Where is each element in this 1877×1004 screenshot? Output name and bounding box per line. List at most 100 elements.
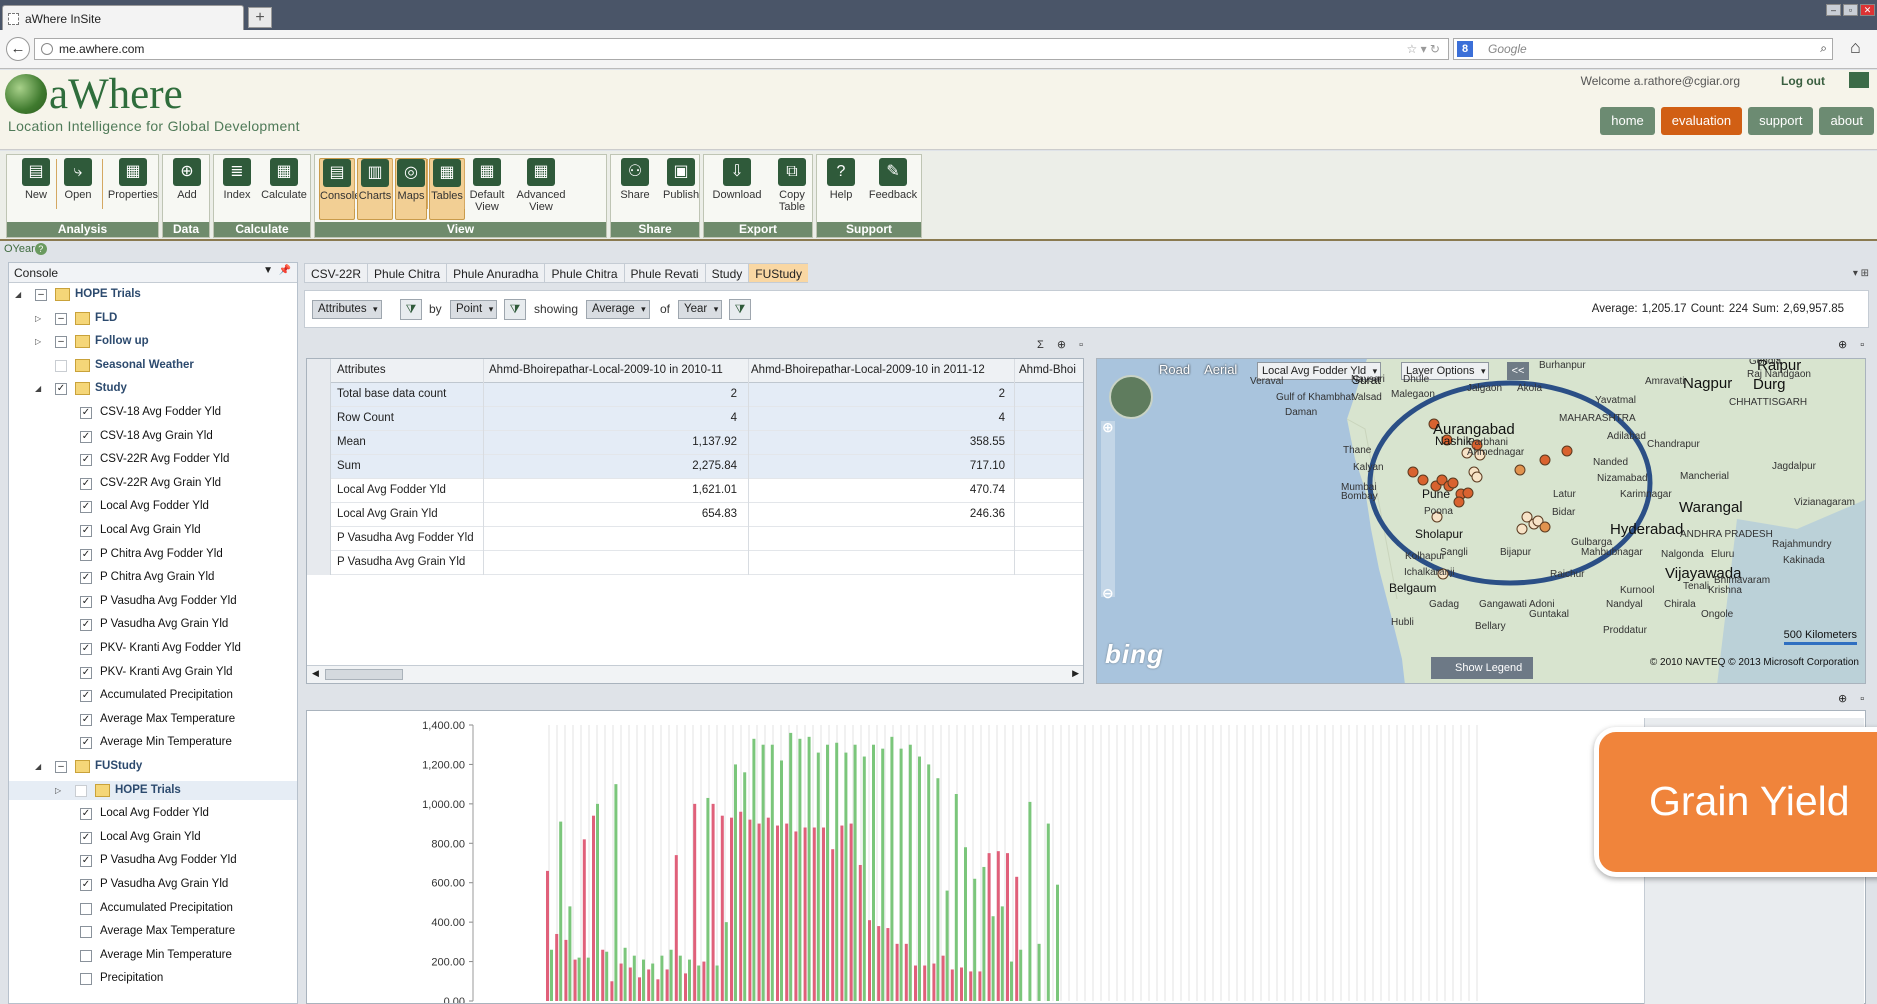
chart-bar[interactable] — [941, 955, 945, 1001]
tree-item[interactable]: ◢ – FUStudy — [9, 757, 297, 776]
tree-item[interactable]: Average Min Temperature — [9, 946, 297, 965]
chart-bar[interactable] — [555, 933, 559, 1001]
tree-item[interactable]: Precipitation — [9, 969, 297, 988]
back-button[interactable]: ← — [6, 37, 30, 61]
chart-bar[interactable] — [964, 847, 967, 1001]
chart-bar[interactable] — [904, 943, 908, 1001]
scroll-right-icon[interactable]: ▶ — [1072, 668, 1079, 679]
tree-checkbox[interactable]: ✓ — [80, 855, 92, 868]
filter-icon[interactable]: ⧩ — [729, 299, 751, 320]
map-point[interactable] — [1471, 471, 1483, 483]
url-bar[interactable]: me.awhere.com ☆ ▾ ↻ — [34, 38, 1449, 60]
chart-bar[interactable] — [1056, 884, 1059, 1001]
console-button[interactable]: ▤ Console — [319, 158, 360, 220]
row-gutter[interactable] — [307, 503, 331, 527]
map-point[interactable] — [1407, 466, 1419, 478]
tree-checkbox[interactable]: ✓ — [80, 879, 92, 891]
tree-item[interactable]: ✓ Local Avg Fodder Yld — [9, 497, 297, 516]
chart-bar[interactable] — [895, 943, 899, 1001]
tree-item[interactable]: ✓ CSV-22R Avg Fodder Yld — [9, 450, 297, 469]
logo[interactable]: aWhere — [49, 70, 183, 119]
chart-bar[interactable] — [770, 744, 774, 1001]
tree-item[interactable]: ✓ Local Avg Grain Yld — [9, 521, 297, 540]
table-header-row[interactable]: Attributes Ahmd-Bhoirepathar-Local-2009-1… — [307, 359, 1083, 383]
aerial-button[interactable]: Aerial — [1204, 362, 1237, 377]
tables-button[interactable]: ▦ Tables — [429, 158, 465, 220]
index-button[interactable]: ≣ Index — [220, 158, 254, 218]
default-view-button[interactable]: ▦ Default View — [467, 158, 507, 218]
chart-bar[interactable] — [559, 821, 563, 1001]
dropdown-arrow-icon[interactable]: ▼ — [263, 265, 273, 276]
tree-checkbox[interactable]: ✓ — [80, 713, 92, 726]
feedback-button[interactable]: ✎ Feedback — [867, 158, 919, 218]
map-view[interactable]: ⊕ ⊖ Road Aerial Local Avg Fodder Yld Lay… — [1096, 358, 1866, 684]
chart-bar[interactable] — [761, 744, 765, 1001]
map-pan-control[interactable] — [1109, 375, 1153, 419]
row-gutter[interactable] — [307, 431, 331, 455]
scroll-thumb[interactable] — [325, 669, 403, 680]
tree-item[interactable]: ▷ – FLD — [9, 309, 297, 328]
chart-bar[interactable] — [831, 849, 835, 1001]
chart-bar[interactable] — [730, 817, 733, 1001]
chart-bar[interactable] — [927, 764, 931, 1001]
tree-checkbox[interactable]: ✓ — [80, 619, 92, 632]
chart-bar[interactable] — [568, 906, 572, 1001]
chart-bar[interactable] — [853, 744, 857, 1001]
tree-item[interactable]: ✓ Local Avg Grain Yld — [9, 828, 297, 847]
table-row[interactable]: Row Count 4 4 — [307, 407, 1083, 431]
chart-bar[interactable] — [1010, 961, 1013, 1001]
row-gutter[interactable] — [307, 551, 331, 575]
chart-bar[interactable] — [890, 736, 894, 1001]
tree-item[interactable]: ✓ P Vasudha Avg Fodder Yld — [9, 592, 297, 611]
tree-item[interactable]: ▷ HOPE Trials — [9, 780, 297, 800]
row-gutter[interactable] — [307, 479, 331, 503]
chart-bar[interactable] — [844, 752, 848, 1001]
chart-bar[interactable] — [826, 744, 829, 1001]
column-header[interactable]: Ahmd-Bhoirepathar-Local-2009-10 in 2010-… — [483, 364, 745, 376]
table-row[interactable]: Sum 2,275.84 717.10 — [307, 455, 1083, 479]
tree-item[interactable]: ▷ – Follow up — [9, 332, 297, 351]
nav-about-button[interactable]: about — [1819, 107, 1874, 135]
tree-checkbox[interactable]: ✓ — [80, 666, 92, 679]
chart-bar[interactable] — [564, 939, 568, 1001]
tree-checkbox[interactable]: – — [55, 336, 67, 349]
chart-bar[interactable] — [908, 744, 912, 1001]
chart-bar[interactable] — [724, 922, 728, 1001]
chart-bar[interactable] — [932, 963, 936, 1001]
tree-checkbox[interactable] — [80, 973, 92, 986]
new-button[interactable]: ▤ New — [19, 158, 53, 218]
table-row[interactable]: P Vasudha Avg Fodder Yld — [307, 527, 1083, 551]
tree-item[interactable]: ✓ Average Min Temperature — [9, 733, 297, 752]
table-row[interactable]: Mean 1,137.92 358.55 — [307, 431, 1083, 455]
tree-item[interactable]: ✓ CSV-18 Avg Fodder Yld — [9, 403, 297, 422]
tree-checkbox[interactable] — [55, 359, 67, 372]
tree-item[interactable]: ✓ PKV- Kranti Avg Fodder Yld — [9, 639, 297, 658]
chart-bar[interactable] — [1019, 949, 1023, 1001]
nav-support-button[interactable]: support — [1748, 107, 1814, 135]
chart-bar[interactable] — [674, 855, 678, 1001]
chart-bar[interactable] — [601, 949, 605, 1001]
charts-button[interactable]: ▥ Charts — [357, 158, 393, 220]
chart-bar[interactable] — [954, 794, 958, 1001]
chart-bar[interactable] — [914, 965, 917, 1001]
collapse-icon[interactable]: ◢ — [35, 757, 41, 776]
table-row[interactable]: Local Avg Fodder Yld 1,621.01 470.74 — [307, 479, 1083, 503]
tree-checkbox[interactable]: ✓ — [80, 737, 92, 750]
tree-checkbox[interactable]: ✓ — [80, 407, 92, 419]
chart-bar[interactable] — [693, 803, 697, 1001]
chart-bar[interactable] — [715, 965, 719, 1001]
chart-bar[interactable] — [623, 947, 627, 1001]
browser-tab[interactable]: aWhere InSite — [2, 5, 244, 30]
map-point[interactable] — [1539, 521, 1551, 533]
tree-item[interactable]: ✓ Local Avg Fodder Yld — [9, 804, 297, 823]
tree-checkbox[interactable]: ✓ — [80, 831, 92, 844]
chart-bar[interactable] — [987, 853, 991, 1001]
search-engine-icon[interactable]: 8 — [1457, 41, 1473, 57]
chart-bar[interactable] — [586, 957, 590, 1001]
tab-fustudy[interactable]: FUStudy — [748, 263, 808, 283]
tree-checkbox[interactable]: – — [55, 761, 67, 773]
chart-bar[interactable] — [960, 967, 963, 1001]
chart-bar[interactable] — [577, 957, 581, 1001]
help-button[interactable]: ? Help — [825, 158, 857, 218]
tree-checkbox[interactable]: ✓ — [55, 383, 67, 396]
